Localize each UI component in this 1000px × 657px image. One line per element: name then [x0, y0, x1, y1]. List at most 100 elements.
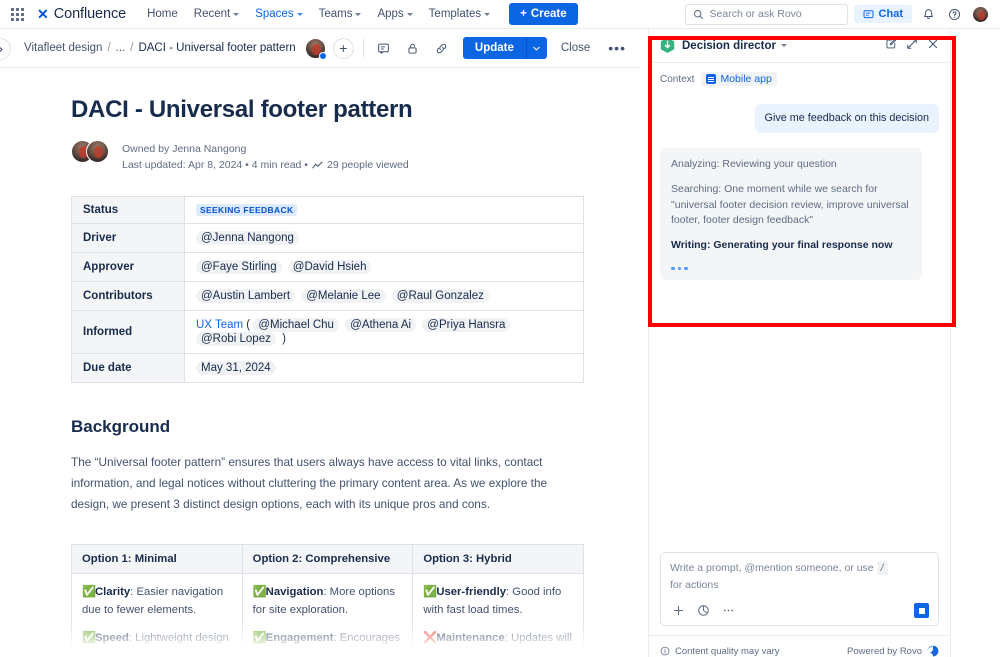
context-chip-mobile-app[interactable]: Mobile app: [701, 72, 776, 86]
typing-indicator: [671, 263, 911, 272]
nav-item-templates[interactable]: Templates: [422, 4, 497, 24]
confluence-wordmark: Confluence: [54, 6, 126, 22]
toolbar-divider: [363, 39, 364, 57]
mention-chip[interactable]: @Michael Chu: [253, 318, 339, 332]
edit-chat-button[interactable]: [885, 37, 897, 55]
ux-team-link[interactable]: UX Team: [196, 319, 243, 331]
invite-button[interactable]: +: [333, 38, 354, 59]
update-dropdown-button[interactable]: [526, 37, 547, 59]
mention-chip[interactable]: @Athena Ai: [345, 318, 416, 332]
help-button[interactable]: [944, 4, 964, 24]
comment-button[interactable]: [373, 37, 395, 59]
plus-icon: +: [520, 8, 527, 20]
expand-panel-button[interactable]: [906, 37, 918, 55]
list-item: ❌Maintenance: Updates will require more …: [423, 629, 573, 657]
agent-name: Decision director: [682, 40, 776, 52]
chevron-down-icon[interactable]: [781, 44, 787, 47]
close-editor-button[interactable]: Close: [554, 37, 597, 59]
create-label: Create: [531, 8, 567, 20]
background-heading: Background: [71, 417, 584, 437]
unlock-icon: [406, 42, 419, 55]
right-gutter: [950, 29, 1000, 657]
update-button[interactable]: Update: [463, 37, 526, 59]
stop-generating-button[interactable]: [914, 603, 929, 618]
row-value: @Faye Stirling @David Hsieh: [185, 252, 584, 281]
prompt-composer[interactable]: Write a prompt, @mention someone, or use…: [660, 552, 939, 626]
more-options-button[interactable]: [720, 602, 737, 619]
page-toolbar: Vitafleet design / ... / DACI - Universa…: [0, 29, 640, 68]
mention-chip[interactable]: @David Hsieh: [288, 260, 372, 274]
list-item: ✅Clarity: Easier navigation due to fewer…: [82, 583, 232, 620]
expand-diagonal-icon: [906, 38, 918, 50]
breadcrumb-ellipsis[interactable]: ...: [116, 42, 126, 54]
placeholder-before: Write a prompt, @mention someone, or use: [670, 561, 874, 576]
chat-label: Chat: [879, 8, 903, 20]
nav-item-apps[interactable]: Apps: [370, 4, 419, 24]
row-value: @Austin Lambert @Melanie Lee @Raul Gonza…: [185, 281, 584, 310]
notifications-button[interactable]: [918, 4, 938, 24]
document-scroll-area[interactable]: DACI - Universal footer pattern Owned by…: [0, 68, 640, 657]
mention-chip[interactable]: @Raul Gonzalez: [392, 289, 489, 303]
mention-chip[interactable]: @Priya Hansra: [422, 318, 510, 332]
content-quality-text: Content quality may vary: [675, 646, 780, 657]
copy-link-button[interactable]: [431, 37, 453, 59]
close-panel-button[interactable]: [927, 37, 939, 55]
chevron-down-icon: [484, 13, 490, 16]
composer-toolbar: [670, 602, 929, 619]
nav-item-home[interactable]: Home: [140, 4, 185, 24]
create-button[interactable]: + Create: [509, 3, 578, 25]
chevron-right-icon: [0, 45, 5, 54]
nav-item-teams[interactable]: Teams: [312, 4, 369, 24]
column-header-option-2: Option 2: Comprehensive: [242, 544, 413, 573]
rovo-panel-header: Decision director: [649, 29, 950, 63]
nav-item-label: Templates: [429, 8, 481, 20]
mention-chip[interactable]: @Melanie Lee: [301, 289, 385, 303]
rovo-footer: Write a prompt, @mention someone, or use…: [649, 552, 950, 657]
list-item: ✅User-friendly: Good info with fast load…: [423, 583, 573, 620]
search-input[interactable]: Search or ask Rovo: [685, 4, 848, 25]
powered-by-text: Powered by Rovo: [847, 646, 922, 657]
nav-item-label: Recent: [194, 8, 230, 20]
option-1-cell: ✅Clarity: Easier navigation due to fewer…: [72, 573, 243, 657]
question-circle-icon: [948, 8, 961, 21]
nav-item-spaces[interactable]: Spaces: [248, 4, 309, 24]
stop-square-icon: [919, 608, 925, 614]
sidebar-expand-button[interactable]: [0, 38, 11, 60]
page-byline: Owned by Jenna Nangong Last updated: Apr…: [71, 140, 584, 174]
check-mark-icon: ✅: [253, 629, 264, 647]
byline-avatars: [71, 140, 113, 163]
due-date-chip[interactable]: May 31, 2024: [196, 361, 276, 375]
page-editors-avatar[interactable]: [305, 38, 326, 59]
rovo-conversation: Context Mobile app Give me feedback on t…: [649, 63, 950, 552]
chevron-down-icon: [355, 13, 361, 16]
assistant-step-searching: Searching: One moment while we search fo…: [671, 182, 911, 229]
edit-pencil-icon: [885, 38, 897, 50]
breadcrumb-separator: /: [130, 42, 133, 54]
nav-item-recent[interactable]: Recent: [187, 4, 246, 24]
restrictions-button[interactable]: [402, 37, 424, 59]
breadcrumb-space[interactable]: Vitafleet design: [24, 42, 102, 54]
bell-icon: [922, 8, 935, 21]
chat-button[interactable]: Chat: [854, 5, 912, 23]
owner-line: Owned by Jenna Nangong: [122, 141, 409, 157]
options-table: Option 1: Minimal Option 2: Comprehensiv…: [71, 544, 584, 657]
table-row: Status SEEKING FEEDBACK: [72, 196, 584, 223]
confluence-logo[interactable]: ✕ Confluence: [37, 6, 126, 22]
check-mark-icon: ✅: [82, 583, 93, 601]
info-circle-icon: [660, 646, 670, 656]
column-header-option-3: Option 3: Hybrid: [413, 544, 584, 573]
mention-chip[interactable]: @Robi Lopez: [196, 332, 276, 346]
option-2-cell: ✅Navigation: More options for site explo…: [242, 573, 413, 657]
mention-chip[interactable]: @Faye Stirling: [196, 260, 282, 274]
point-term: Engagement: [266, 632, 334, 644]
mention-chip[interactable]: @Austin Lambert: [196, 289, 295, 303]
app-switcher-button[interactable]: [6, 3, 28, 25]
more-actions-button[interactable]: •••: [604, 41, 630, 55]
agent-picker-button[interactable]: [695, 602, 712, 619]
add-attachment-button[interactable]: [670, 602, 687, 619]
nav-item-label: Home: [147, 8, 178, 20]
profile-avatar-button[interactable]: [970, 4, 990, 24]
chevron-down-icon: [407, 13, 413, 16]
background-paragraph: The “Universal footer pattern” ensures t…: [71, 452, 584, 516]
mention-chip[interactable]: @Jenna Nangong: [196, 231, 299, 245]
